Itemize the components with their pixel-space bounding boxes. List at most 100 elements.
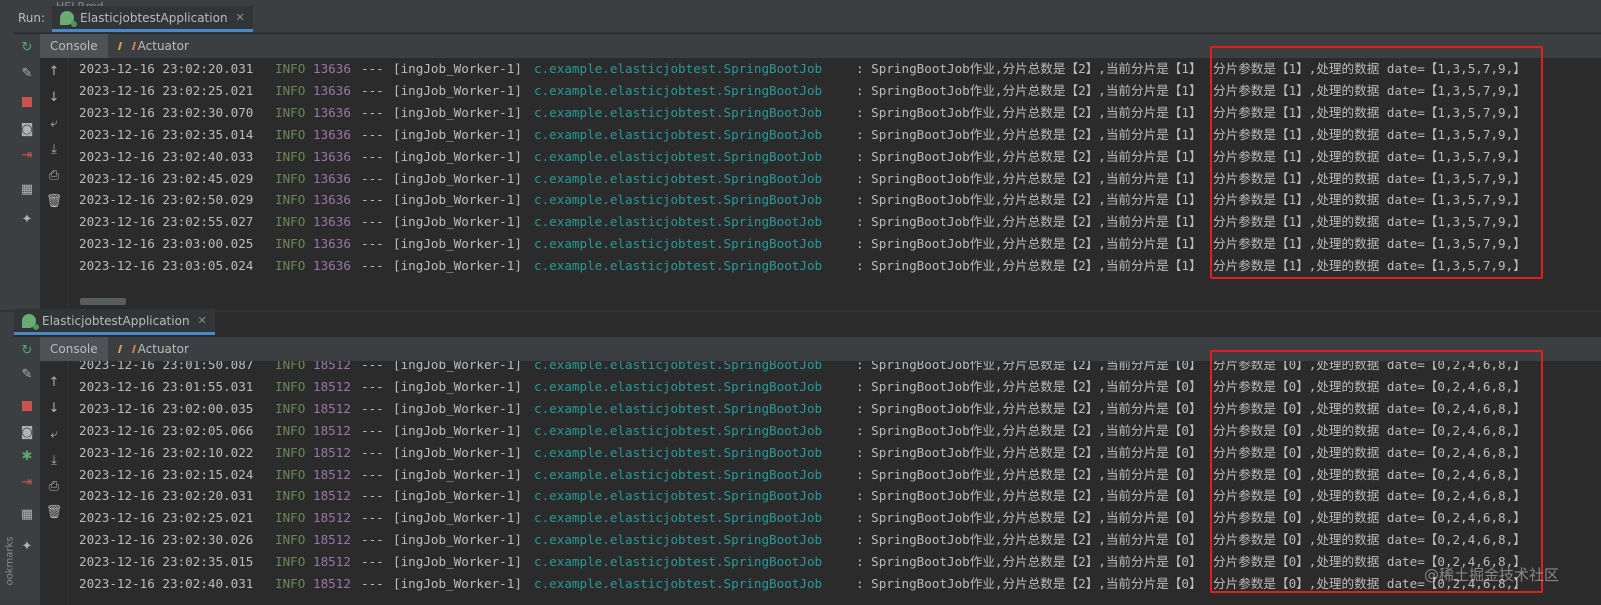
log-thread: [ingJob_Worker-1]: [393, 192, 522, 208]
log-timestamp: 2023-12-16 23:02:05.066: [79, 422, 254, 438]
log-thread: [ingJob_Worker-1]: [393, 532, 522, 548]
log-separator: ---: [361, 236, 384, 252]
log-message: : SpringBootJob作业,分片总数是【2】,当前分片是【0】: [856, 361, 1202, 372]
log-pid: 13636: [313, 170, 351, 186]
log-pid: 18512: [313, 400, 351, 416]
log-separator: ---: [361, 192, 384, 208]
print-icon[interactable]: ⎙: [44, 479, 64, 495]
log-logger: c.example.elasticjobtest.SpringBootJob: [534, 214, 823, 230]
log-message: : SpringBootJob作业,分片总数是【2】,当前分片是【0】: [856, 422, 1202, 438]
run-label: Run:: [18, 11, 46, 25]
scroll-to-end-icon[interactable]: ⤓: [44, 142, 64, 158]
log-thread: [ingJob_Worker-1]: [393, 82, 522, 98]
log-pid: 18512: [313, 532, 351, 548]
log-message: : SpringBootJob作业,分片总数是【2】,当前分片是【1】: [856, 170, 1202, 186]
log-thread: [ingJob_Worker-1]: [393, 378, 522, 394]
log-logger: c.example.elasticjobtest.SpringBootJob: [534, 510, 823, 526]
log-level: INFO: [275, 444, 306, 460]
log-thread: [ingJob_Worker-1]: [393, 170, 522, 186]
log-logger: c.example.elasticjobtest.SpringBootJob: [534, 126, 823, 142]
rerun-icon[interactable]: ↻: [17, 343, 37, 359]
pin-icon[interactable]: ✦: [17, 212, 37, 228]
log-message: : SpringBootJob作业,分片总数是【2】,当前分片是【1】: [856, 104, 1202, 120]
log-pid: 18512: [313, 554, 351, 570]
log-pid: 18512: [313, 378, 351, 394]
rerun-icon[interactable]: ↻: [17, 40, 37, 56]
tab-actuator-bottom[interactable]: Actuator: [108, 337, 199, 361]
run-tab-elasticjobtest-bottom[interactable]: ElasticjobtestApplication ✕: [14, 309, 215, 335]
log-message: : SpringBootJob作业,分片总数是【2】,当前分片是【1】: [856, 214, 1202, 230]
log-timestamp: 2023-12-16 23:03:00.025: [79, 236, 254, 252]
camera-icon[interactable]: ◙: [17, 425, 37, 441]
log-timestamp: 2023-12-16 23:02:30.070: [79, 104, 254, 120]
log-thread: [ingJob_Worker-1]: [393, 126, 522, 142]
arrow-up-icon[interactable]: ↑: [44, 64, 64, 80]
spring-leaf-icon: [22, 313, 39, 330]
horizontal-scrollbar[interactable]: [80, 298, 126, 305]
log-pid: 13636: [313, 148, 351, 164]
arrow-down-icon[interactable]: ↓: [44, 90, 64, 106]
log-pid: 18512: [313, 361, 351, 372]
log-pid: 18512: [313, 422, 351, 438]
stop-icon[interactable]: [17, 400, 37, 416]
pin-icon[interactable]: ✦: [17, 539, 37, 555]
log-separator: ---: [361, 510, 384, 526]
exit-icon[interactable]: ⇥: [17, 475, 37, 491]
log-timestamp: 2023-12-16 23:02:15.024: [79, 466, 254, 482]
log-thread: [ingJob_Worker-1]: [393, 466, 522, 482]
log-pid: 13636: [313, 258, 351, 274]
log-logger: c.example.elasticjobtest.SpringBootJob: [534, 361, 823, 372]
layout-icon[interactable]: ▦: [17, 507, 37, 523]
log-timestamp: 2023-12-16 23:02:45.029: [79, 170, 254, 186]
trash-icon[interactable]: 🗑: [44, 505, 64, 521]
log-logger: c.example.elasticjobtest.SpringBootJob: [534, 258, 823, 274]
arrow-down-icon[interactable]: ↓: [44, 401, 64, 417]
stop-icon[interactable]: [17, 96, 37, 112]
soft-wrap-icon[interactable]: ⤶: [44, 116, 64, 132]
log-pid: 18512: [313, 444, 351, 460]
log-timestamp: 2023-12-16 23:03:05.024: [79, 258, 254, 274]
camera-icon[interactable]: ◙: [17, 122, 37, 138]
exit-icon[interactable]: ⇥: [17, 148, 37, 164]
log-level: INFO: [275, 82, 306, 98]
log-timestamp: 2023-12-16 23:02:35.014: [79, 126, 254, 142]
log-level: INFO: [275, 400, 306, 416]
arrow-up-icon[interactable]: ↑: [44, 375, 64, 391]
actuator-icon: [118, 40, 132, 52]
log-timestamp: 2023-12-16 23:01:50.087: [79, 361, 254, 372]
log-logger: c.example.elasticjobtest.SpringBootJob: [534, 400, 823, 416]
log-message: : SpringBootJob作业,分片总数是【2】,当前分片是【1】: [856, 126, 1202, 142]
tab-actuator-top[interactable]: Actuator: [108, 34, 199, 58]
log-level: INFO: [275, 61, 306, 76]
log-thread: [ingJob_Worker-1]: [393, 148, 522, 164]
top-run-actions: ↻ ✎ ◙ ⇥ ▦ ✦: [14, 34, 40, 310]
wrench-icon[interactable]: ✎: [17, 367, 37, 383]
wrench-icon[interactable]: ✎: [17, 66, 37, 82]
log-pid: 13636: [313, 236, 351, 252]
log-message: : SpringBootJob作业,分片总数是【2】,当前分片是【0】: [856, 532, 1202, 548]
spring-leaf-icon: [60, 10, 77, 27]
close-icon[interactable]: ✕: [236, 11, 245, 24]
layout-icon[interactable]: ▦: [17, 182, 37, 198]
actuator-icon: [118, 343, 132, 355]
log-separator: ---: [361, 148, 384, 164]
log-thread: [ingJob_Worker-1]: [393, 258, 522, 274]
close-icon[interactable]: ✕: [198, 314, 207, 327]
scroll-to-end-icon[interactable]: ⤓: [44, 453, 64, 469]
trash-icon[interactable]: 🗑: [44, 194, 64, 210]
log-separator: ---: [361, 554, 384, 570]
run-tab-elasticjobtest-top[interactable]: ElasticjobtestApplication ✕: [52, 6, 253, 32]
bug-icon[interactable]: ✱: [17, 449, 37, 465]
tab-console-bottom[interactable]: Console: [40, 337, 108, 361]
log-thread: [ingJob_Worker-1]: [393, 61, 522, 76]
log-logger: c.example.elasticjobtest.SpringBootJob: [534, 148, 823, 164]
tab-console-top[interactable]: Console: [40, 34, 108, 58]
log-separator: ---: [361, 488, 384, 504]
tool-window-strip: [0, 32, 14, 605]
log-level: INFO: [275, 510, 306, 526]
log-separator: ---: [361, 466, 384, 482]
log-timestamp: 2023-12-16 23:02:55.027: [79, 214, 254, 230]
soft-wrap-icon[interactable]: ⤶: [44, 427, 64, 443]
print-icon[interactable]: ⎙: [44, 168, 64, 184]
log-pid: 18512: [313, 488, 351, 504]
